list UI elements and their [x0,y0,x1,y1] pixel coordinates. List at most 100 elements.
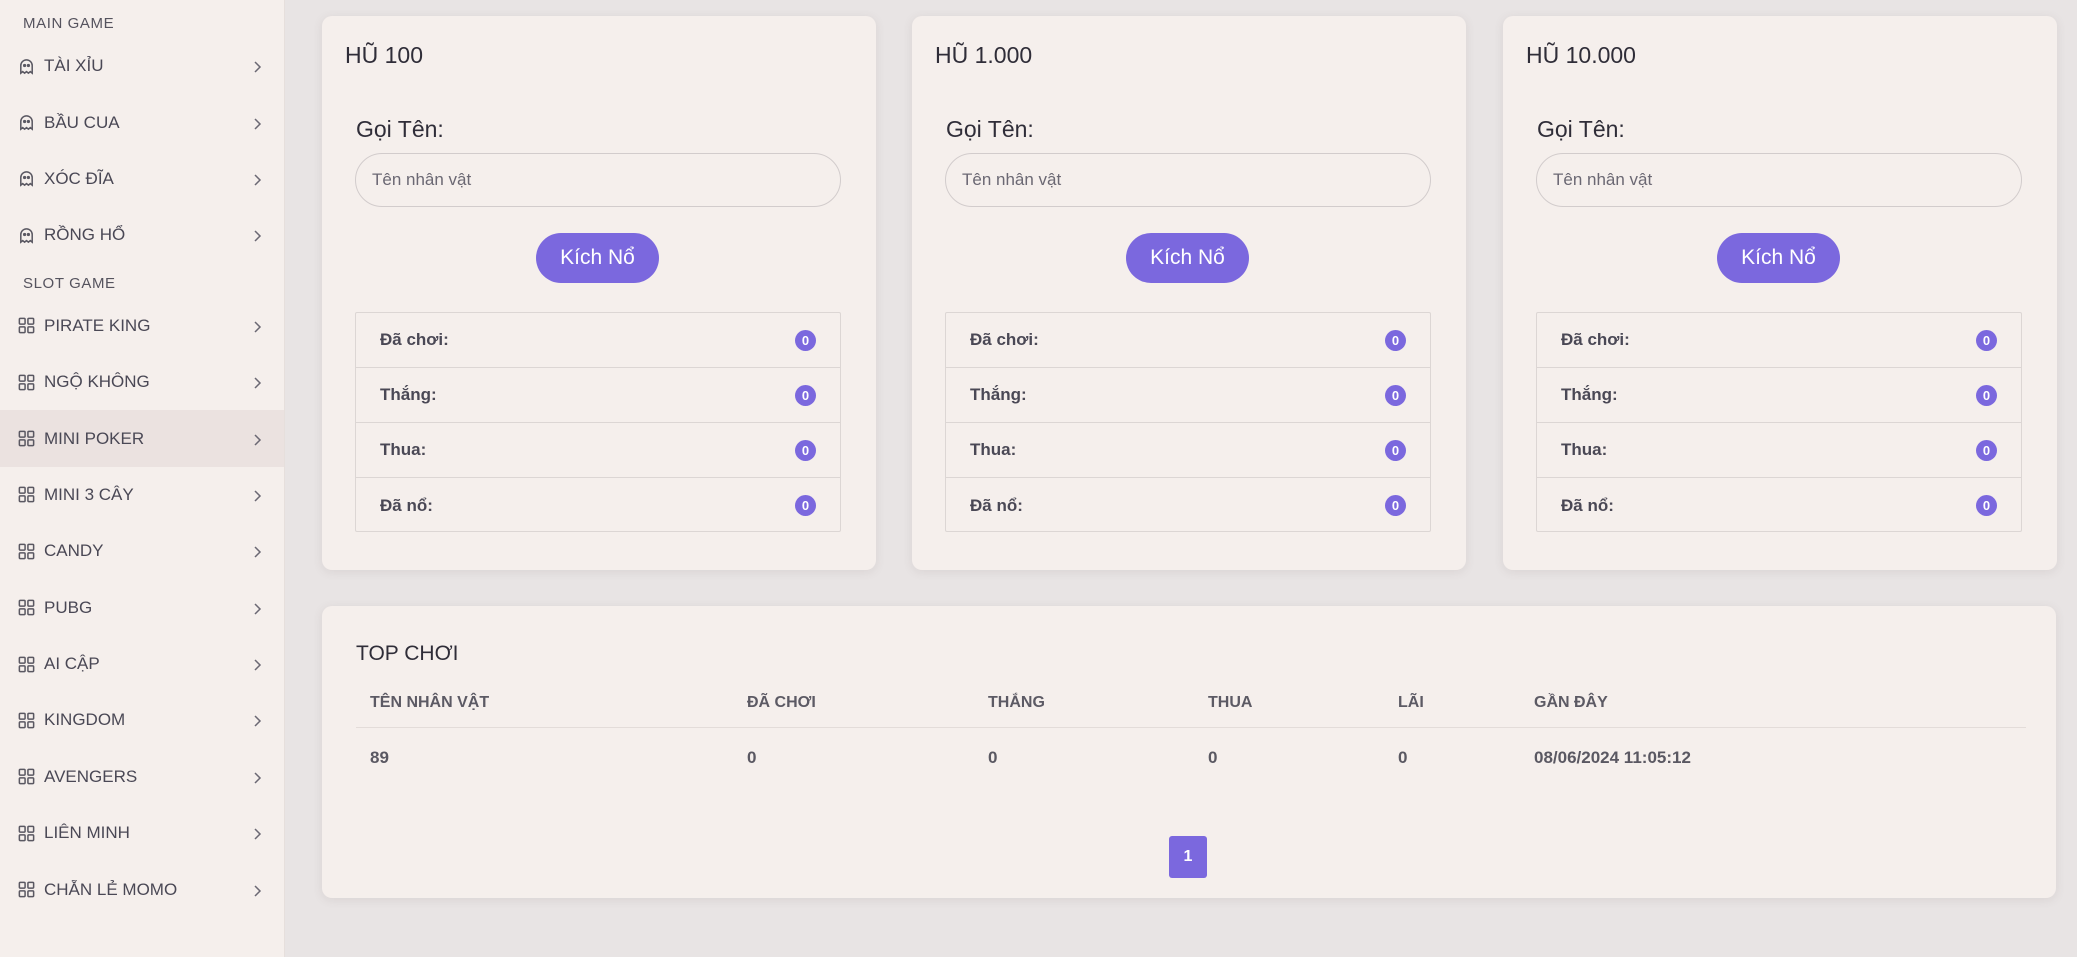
chevron-right-icon [252,657,262,671]
name-label: Gọi Tên: [356,116,444,142]
chevron-right-icon [252,770,262,784]
col-header-profit: LÃI [1398,694,1424,711]
burst-button[interactable]: Kích Nổ [1126,233,1249,283]
pagination-page-1[interactable]: 1 [1169,836,1207,878]
sidebar-item-ai-cap[interactable]: AI CẬP [0,636,284,692]
sidebar-item-lien-minh[interactable]: LIÊN MINH [0,805,284,861]
sidebar-item-mini-3-cay[interactable]: MINI 3 CÂY [0,467,284,523]
sidebar-item-rong-ho[interactable]: RỒNG HỔ [0,207,284,263]
burst-button[interactable]: Kích Nổ [1717,233,1840,283]
sidebar-item-label: KINGDOM [44,710,126,730]
sidebar-item-avengers[interactable]: AVENGERS [0,749,284,805]
main-game-list: TÀI XỈU BẦU CUA XÓC ĐĨA RỒNG HỔ [0,38,284,264]
stat-label: Đã chơi: [1561,330,1630,349]
name-label: Gọi Tên: [1537,116,1625,142]
jar-title: HŨ 100 [345,42,423,68]
chevron-right-icon [252,713,262,728]
col-header-lost: THUA [1208,694,1253,711]
sidebar-item-label: TÀI XỈU [44,56,104,76]
sidebar-item-label: XÓC ĐĨA [44,168,114,188]
sidebar-item-label: NGỘ KHÔNG [44,372,150,392]
jar-title: HŨ 1.000 [935,42,1033,68]
grid-icon [17,429,36,448]
top-players-title: TOP CHƠI [356,642,459,665]
chevron-right-icon [252,826,262,840]
ghost-icon [17,169,36,188]
stat-value-badge: 0 [795,439,816,461]
stat-value-badge: 0 [1976,495,1997,516]
sidebar-item-pubg[interactable]: PUBG [0,580,284,636]
stat-row: Thua: 0 [946,423,1430,478]
stat-value-badge: 0 [1976,384,1997,406]
sidebar-item-candy[interactable]: CANDY [0,523,284,579]
stat-row: Đã chơi: 0 [356,313,840,368]
sidebar-item-xoc-dia[interactable]: XÓC ĐĨA [0,151,284,207]
stat-row: Thắng: 0 [1537,368,2021,423]
jar-card-1000: HŨ 1.000Gọi Tên:Kích NổĐã chơi:0Thắng:0T… [912,16,1466,570]
stat-label: Đã chơi: [380,330,449,349]
grid-icon [17,542,36,561]
jar-title: HŨ 10.000 [1526,42,1636,68]
stat-label: Thua: [970,440,1017,459]
grid-icon [17,824,36,843]
col-header-recent: GẦN ĐÂY [1534,694,1608,711]
name-label: Gọi Tên: [946,116,1034,142]
col-header-won: THẮNG [988,694,1045,711]
sidebar-item-ngo-khong[interactable]: NGỘ KHÔNG [0,354,284,410]
stat-label: Thua: [380,440,427,459]
stat-value-badge: 0 [1976,439,1997,461]
stat-label: Thắng: [970,385,1027,404]
stat-label: Thua: [1561,440,1608,459]
cell-lost: 0 [1208,748,1218,767]
stat-row: Đã chơi: 0 [946,313,1430,368]
character-name-input[interactable] [945,153,1431,207]
sidebar-item-pirate-king[interactable]: PIRATE KING [0,298,284,354]
sidebar-item-label: PIRATE KING [44,315,151,335]
chevron-right-icon [252,116,262,130]
burst-button[interactable]: Kích Nổ [536,233,659,283]
stat-value-badge: 0 [1385,384,1406,406]
ghost-icon [17,57,36,76]
stat-label: Đã chơi: [970,330,1039,349]
character-name-input[interactable] [1536,153,2022,207]
sidebar-item-label: AVENGERS [44,766,138,786]
sidebar-item-label: CANDY [44,541,104,561]
jar-card-10000: HŨ 10.000 Gọi Tên: Kích Nổ Đã chơi: 0 Thắng: 0… [1503,16,2057,570]
sidebar-item-mini-poker[interactable]: MINI POKER [0,410,284,467]
ghost-icon [17,226,36,245]
slot-game-list: PIRATE KING NGỘ KHÔNG MINI POKER MINI 3 CÂY… [0,298,284,918]
sidebar-item-label: MINI POKER [44,428,145,448]
stat-value-badge: 0 [795,329,816,351]
chevron-right-icon [252,172,262,186]
grid-icon [17,316,36,335]
col-header-name: TÊN NHÂN VẬT [370,694,490,711]
stat-label: Đã nổ: [970,495,1023,515]
character-name-input[interactable] [355,153,841,207]
cell-profit: 0 [1398,748,1408,767]
sidebar-item-chan-le-momo[interactable]: CHẴN LẺ MOMO [0,861,284,917]
chevron-right-icon [252,601,262,615]
cell-played: 0 [747,748,757,767]
sidebar: MAIN GAME TÀI XỈU BẦU CUA XÓC ĐĨA RỒNG HỔ S… [0,0,285,957]
stat-value-badge: 0 [1385,495,1406,516]
jar-stats-table: Đã chơi: 0 Thắng: 0 Thua: 0 Đã nổ: 0 [1536,312,2022,532]
chevron-right-icon [252,228,262,242]
sidebar-item-bau-cua[interactable]: BẦU CUA [0,94,284,150]
section-label-slot-game: SLOT GAME [23,274,116,292]
stat-value-badge: 0 [795,495,816,516]
jar-stats-table: Đã chơi: 0 Thắng: 0 Thua: 0 Đã nổ: 0 [355,312,841,532]
grid-icon [17,598,36,617]
sidebar-item-label: RỒNG HỔ [44,225,126,245]
chevron-right-icon [252,883,262,897]
chevron-right-icon [252,375,262,389]
sidebar-item-tai-xiu[interactable]: TÀI XỈU [0,38,284,94]
sidebar-item-kingdom[interactable]: KINGDOM [0,692,284,748]
sidebar-item-label: MINI 3 CÂY [44,484,134,504]
stat-row: Đã nổ: 0 [946,478,1430,533]
top-players-card: TOP CHƠI TÊN NHÂN VẬT ĐÃ CHƠI THẮNG THUA… [322,606,2056,898]
sidebar-item-label: AI CẬP [44,654,100,674]
chevron-right-icon [252,59,262,73]
sidebar-item-label: CHẴN LẺ MOMO [44,879,178,899]
grid-icon [17,485,36,504]
grid-icon [17,373,36,392]
